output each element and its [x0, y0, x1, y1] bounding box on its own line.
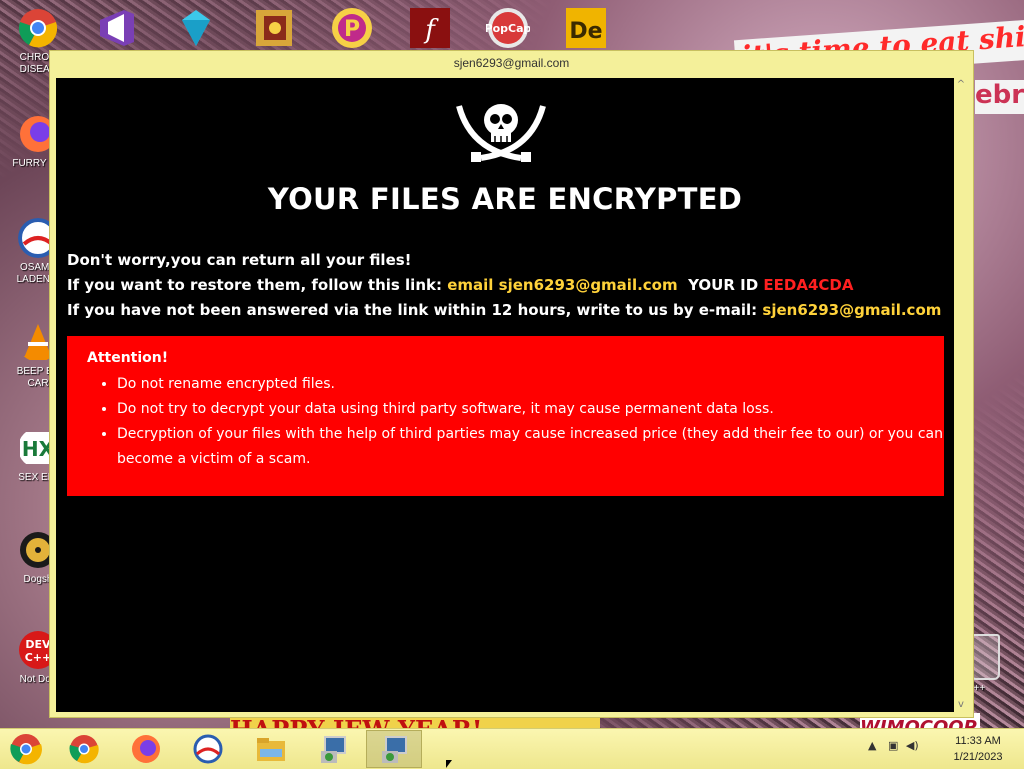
- taskbar-chrome-button[interactable]: [56, 730, 112, 768]
- svg-text:DEV: DEV: [25, 638, 51, 651]
- instruction-text: If you want to restore them, follow this…: [67, 276, 442, 294]
- scroll-up-arrow-icon[interactable]: ^: [954, 78, 968, 92]
- chrome-icon: [18, 9, 58, 48]
- id-label: YOUR ID: [688, 276, 759, 294]
- chrome-icon: [69, 735, 99, 764]
- svg-text:C++: C++: [25, 651, 52, 664]
- svg-text:De: De: [569, 19, 602, 44]
- attention-item: Do not rename encrypted files.: [117, 372, 944, 397]
- ransom-headline: YOUR FILES ARE ENCRYPTED: [267, 182, 743, 216]
- installer-icon: [321, 736, 346, 763]
- clock-time: 11:33 AM: [955, 735, 1001, 747]
- window-title[interactable]: sjen6293@gmail.com: [50, 51, 973, 76]
- attention-title: Attention!: [87, 350, 169, 366]
- svg-text:P: P: [344, 17, 360, 42]
- ransom-instructions: Don't worry,you can return all your file…: [67, 248, 947, 323]
- attention-list: Do not rename encrypted files. Do not tr…: [87, 372, 944, 472]
- attention-item: Do not try to decrypt your data using th…: [117, 397, 944, 422]
- wallpaper-text: ebra: [975, 80, 1024, 114]
- obama-logo-icon: [193, 734, 223, 764]
- popcap-icon[interactable]: PopCap: [486, 6, 530, 50]
- system-tray: ▲ ▣ ◀): [868, 739, 919, 752]
- book-icon[interactable]: [252, 6, 296, 50]
- taskbar-ransom-window-button[interactable]: [366, 730, 422, 768]
- taskbar-installer-button[interactable]: [305, 730, 361, 768]
- firefox-icon: [132, 735, 160, 763]
- contact-email-link[interactable]: email sjen6293@gmail.com: [447, 276, 677, 294]
- visual-studio-icon[interactable]: [94, 6, 138, 50]
- taskbar-firefox-button[interactable]: [118, 730, 174, 768]
- taskbar-explorer-button[interactable]: [243, 730, 299, 768]
- vertical-scrollbar[interactable]: ^ v: [954, 78, 968, 712]
- de-icon[interactable]: De: [564, 6, 608, 50]
- victim-id: EEDA4CDA: [763, 276, 854, 294]
- attention-box: Attention! Do not rename encrypted files…: [67, 336, 944, 496]
- recycle-bin-icon[interactable]: [970, 634, 1000, 680]
- network-icon[interactable]: ▣: [888, 739, 898, 752]
- attention-item: Decryption of your files with the help o…: [117, 422, 944, 472]
- folder-icon: [257, 738, 285, 761]
- installer-icon: [382, 736, 407, 763]
- instruction-line: If you have not been answered via the li…: [67, 298, 947, 323]
- gem-icon[interactable]: [174, 6, 218, 50]
- ransom-note-body: YOUR FILES ARE ENCRYPTED Don't worry,you…: [56, 78, 954, 712]
- instruction-line: Don't worry,you can return all your file…: [67, 251, 412, 269]
- scroll-down-arrow-icon[interactable]: v: [954, 698, 968, 712]
- ransom-note-window[interactable]: sjen6293@gmail.com YOUR FILES ARE ENCRYP…: [49, 50, 974, 718]
- taskbar: ▲ ▣ ◀) 11:33 AM 1/21/2023: [0, 728, 1024, 769]
- start-button-chrome-icon[interactable]: [8, 732, 44, 766]
- backup-email: sjen6293@gmail.com: [762, 301, 942, 319]
- jolly-roger-icon: [456, 104, 546, 162]
- p-icon[interactable]: P: [330, 6, 374, 50]
- mouse-cursor-icon: [446, 760, 452, 768]
- instruction-text: If you have not been answered via the li…: [67, 301, 758, 319]
- show-hidden-icons-icon[interactable]: ▲: [868, 739, 876, 752]
- flash-icon[interactable]: f: [408, 6, 452, 50]
- svg-text:PopCap: PopCap: [486, 22, 530, 35]
- taskbar-clock[interactable]: 11:33 AM 1/21/2023: [940, 733, 1016, 765]
- clock-date: 1/21/2023: [953, 751, 1003, 763]
- instruction-line: If you want to restore them, follow this…: [67, 273, 947, 298]
- taskbar-obama-button[interactable]: [180, 730, 236, 768]
- volume-icon[interactable]: ◀): [906, 739, 919, 752]
